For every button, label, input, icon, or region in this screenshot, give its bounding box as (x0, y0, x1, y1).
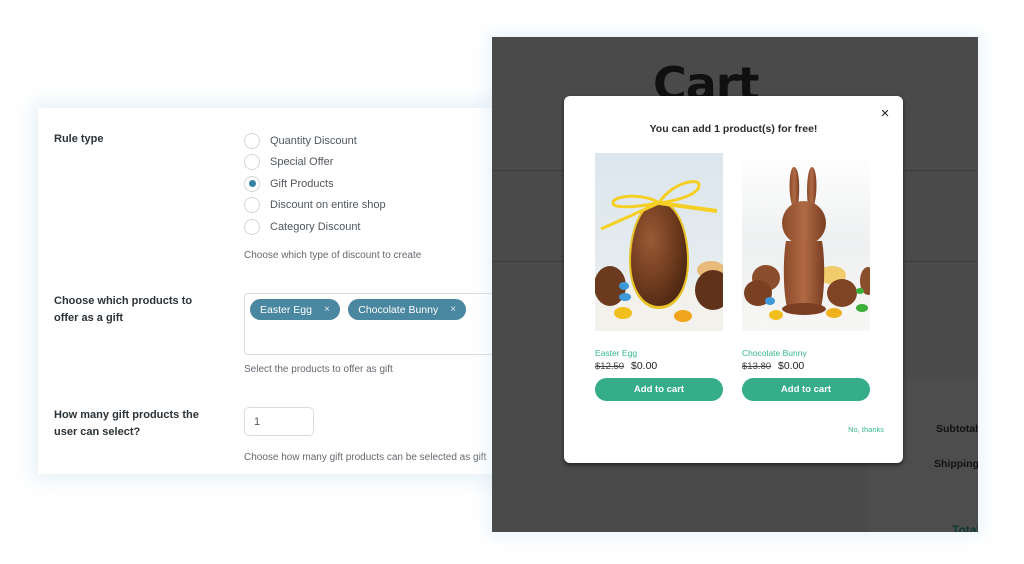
shipping-label: Shipping (934, 458, 978, 470)
radio-label: Discount on entire shop (270, 199, 386, 212)
gift-count-help-text: Choose how many gift products can be sel… (244, 452, 487, 463)
radio-option-discount-entire-shop[interactable]: Discount on entire shop (244, 195, 386, 217)
radio-button[interactable] (244, 132, 260, 149)
gift-products-label: Choose which products to offer as a gift (54, 293, 192, 327)
gift-products-label-line1: Choose which products to (54, 295, 193, 307)
gift-price: $0.00 (777, 360, 805, 372)
gift-product-card: Easter Egg $12.50 $0.00 Add to cart (595, 153, 723, 401)
free-gift-modal: × You can add 1 product(s) for free! Eas… (564, 96, 903, 463)
gift-count-label-line1: How many gift products the (54, 409, 199, 421)
gift-products-help-text: Select the products to offer as gift (244, 364, 393, 375)
tag-label: Chocolate Bunny (358, 303, 439, 316)
tag-label: Easter Egg (260, 303, 312, 316)
gift-products-label-line2: offer as a gift (54, 312, 124, 324)
easter-egg-illustration (595, 153, 723, 331)
rule-type-help-text: Choose which type of discount to create (244, 250, 422, 261)
gift-rule-settings-panel: Rule type Quantity Discount Special Offe… (38, 108, 514, 474)
gift-count-input[interactable] (244, 407, 314, 436)
radio-option-category-discount[interactable]: Category Discount (244, 216, 386, 238)
radio-label: Quantity Discount (270, 134, 357, 147)
chocolate-bunny-image[interactable] (742, 153, 870, 331)
close-icon[interactable]: × (877, 106, 893, 122)
modal-title: You can add 1 product(s) for free! (649, 123, 818, 135)
radio-button[interactable] (244, 197, 260, 214)
original-price: $13.80 (742, 361, 772, 372)
add-to-cart-button[interactable]: Add to cart (742, 378, 870, 401)
radio-button-selected[interactable] (244, 175, 260, 192)
rule-type-label: Rule type (54, 133, 104, 145)
gift-product-card: Chocolate Bunny $13.80 $0.00 Add to cart (742, 153, 870, 401)
product-tag-chocolate-bunny: Chocolate Bunny × (348, 299, 467, 320)
rule-type-radio-group: Quantity Discount Special Offer Gift Pro… (244, 130, 386, 238)
chocolate-bunny-illustration (742, 153, 870, 331)
product-name-link[interactable]: Chocolate Bunny (742, 348, 870, 358)
easter-egg-image[interactable] (595, 153, 723, 331)
radio-button[interactable] (244, 154, 260, 171)
gift-count-label: How many gift products the user can sele… (54, 407, 199, 441)
radio-option-quantity-discount[interactable]: Quantity Discount (244, 130, 386, 152)
gift-products-select[interactable]: Easter Egg × Chocolate Bunny × (244, 293, 514, 355)
no-thanks-link[interactable]: No, thanks (848, 425, 884, 434)
original-price: $12.50 (595, 361, 625, 372)
add-to-cart-button[interactable]: Add to cart (595, 378, 723, 401)
product-tag-easter-egg: Easter Egg × (250, 299, 340, 320)
radio-label: Category Discount (270, 220, 361, 233)
radio-label: Special Offer (270, 156, 334, 169)
gift-price: $0.00 (630, 360, 658, 372)
gift-count-label-line2: user can select? (54, 426, 141, 438)
remove-tag-icon[interactable]: × (450, 304, 456, 315)
remove-tag-icon[interactable]: × (324, 304, 330, 315)
radio-option-special-offer[interactable]: Special Offer (244, 152, 386, 174)
radio-button[interactable] (244, 218, 260, 235)
price-row: $13.80 $0.00 (742, 360, 870, 372)
radio-label: Gift Products (270, 177, 334, 190)
subtotal-label: Subtotal (936, 423, 978, 435)
total-label: Total (952, 523, 978, 532)
price-row: $12.50 $0.00 (595, 360, 723, 372)
radio-option-gift-products[interactable]: Gift Products (244, 173, 386, 195)
product-name-link[interactable]: Easter Egg (595, 348, 723, 358)
